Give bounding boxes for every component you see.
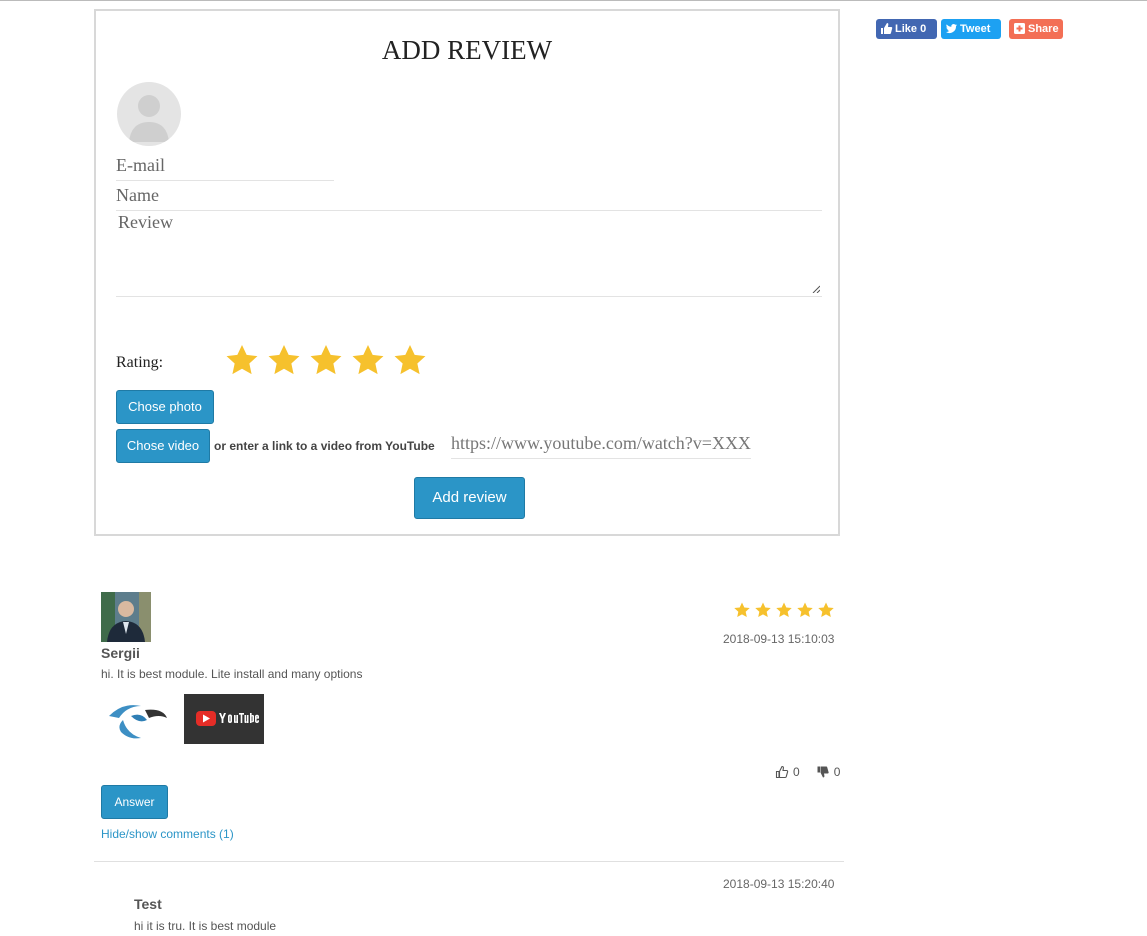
star-icon[interactable] <box>308 342 344 378</box>
thumbs-down-icon[interactable] <box>816 765 830 779</box>
review-placeholder: Review <box>118 212 173 232</box>
choose-video-button[interactable]: Chose video <box>116 429 210 463</box>
like-label: Like 0 <box>895 23 927 35</box>
add-review-button[interactable]: Add review <box>414 477 525 519</box>
video-link-input[interactable]: https://www.youtube.com/watch?v=XXX <box>451 433 751 459</box>
comment-date: 2018-09-13 15:20:40 <box>723 877 835 891</box>
review-author: Sergii <box>101 645 140 661</box>
youtube-icon <box>196 711 259 726</box>
resize-handle-icon[interactable] <box>812 285 820 293</box>
vote-controls: 0 0 <box>775 765 840 779</box>
like-count: 0 <box>793 765 800 779</box>
review-text: hi. It is best module. Lite install and … <box>101 667 363 681</box>
review-date: 2018-09-13 15:10:03 <box>723 632 835 646</box>
star-icon <box>776 602 792 618</box>
tweet-button[interactable]: Tweet <box>941 19 1001 39</box>
star-icon[interactable] <box>266 342 302 378</box>
toggle-comments-link[interactable]: Hide/show comments (1) <box>101 827 234 841</box>
review-textarea[interactable]: Review <box>116 212 822 297</box>
plus-share-icon <box>1014 23 1025 34</box>
review-rating <box>733 601 835 619</box>
share-label: Share <box>1028 23 1059 35</box>
star-icon[interactable] <box>350 342 386 378</box>
dislike-count: 0 <box>833 765 841 779</box>
rating-label: Rating: <box>116 354 164 371</box>
video-or-text: or enter a link to a video from YouTube <box>214 439 435 453</box>
facebook-like-button[interactable]: Like 0 <box>876 19 937 39</box>
name-field[interactable]: Name <box>116 185 822 211</box>
form-title: ADD REVIEW <box>381 35 553 65</box>
share-button[interactable]: Share <box>1009 19 1063 39</box>
youtube-video-thumbnail[interactable] <box>184 694 264 744</box>
twitter-icon <box>946 23 957 34</box>
thumbs-up-icon[interactable] <box>775 765 789 779</box>
star-icon[interactable] <box>224 342 260 378</box>
star-icon <box>734 602 750 618</box>
user-placeholder-icon[interactable] <box>117 82 181 146</box>
star-icon <box>818 602 834 618</box>
attachment-logo-image[interactable] <box>101 694 175 744</box>
rating-stars[interactable] <box>224 342 428 378</box>
top-border <box>0 0 1147 1</box>
star-icon <box>755 602 771 618</box>
answer-button[interactable]: Answer <box>101 785 168 819</box>
add-review-form: ADD REVIEW E-mail Name Review Rating: Ch… <box>94 9 840 536</box>
divider <box>94 861 844 862</box>
star-icon <box>797 602 813 618</box>
choose-photo-button[interactable]: Chose photo <box>116 390 214 424</box>
comment-text: hi it is tru. It is best module <box>134 919 277 933</box>
star-icon[interactable] <box>392 342 428 378</box>
comment-author: Test <box>134 896 162 912</box>
email-field[interactable]: E-mail <box>116 155 334 181</box>
facebook-like-icon <box>881 23 893 34</box>
reviewer-avatar <box>101 592 151 642</box>
tweet-label: Tweet <box>960 23 991 35</box>
